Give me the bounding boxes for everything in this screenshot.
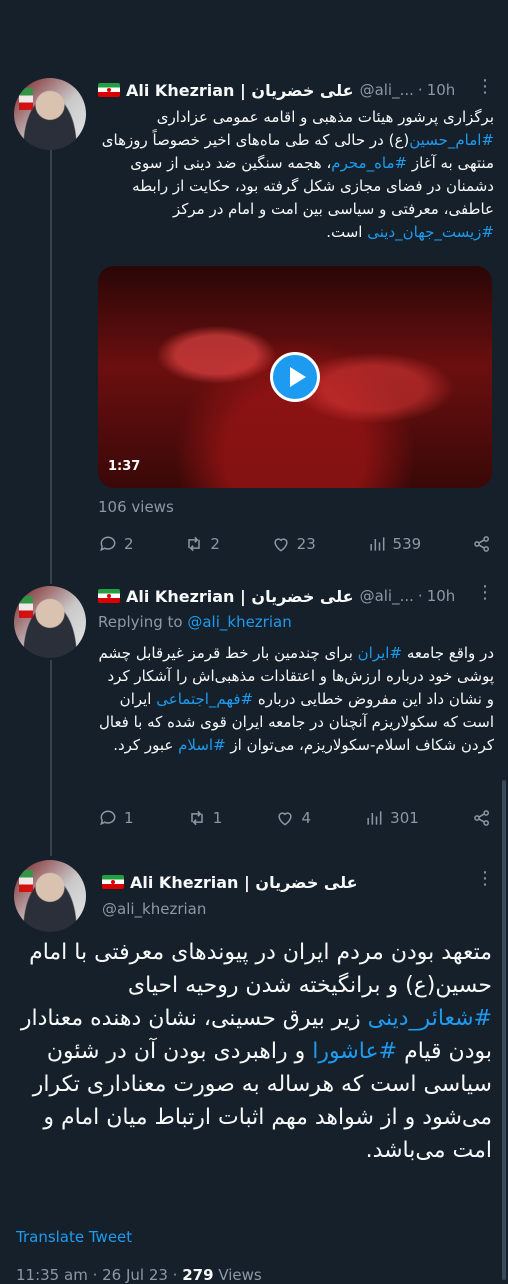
- tweet-1[interactable]: Ali Khezrian | علی خضریان @ali_... · 10h…: [0, 0, 508, 570]
- share-button[interactable]: [472, 808, 492, 828]
- analytics-icon: [367, 811, 382, 825]
- tweet-header: Ali Khezrian | علی خضریان: [102, 870, 358, 894]
- tweet-time[interactable]: 10h: [427, 81, 456, 99]
- reply-button[interactable]: 2: [98, 534, 134, 554]
- tweet-actions: 2 2 23 539: [98, 532, 492, 556]
- retweet-count: 2: [210, 535, 220, 553]
- reply-count: 2: [124, 535, 134, 553]
- tweet-text: متعهد بودن مردم ایران در پیوندهای معرفتی…: [20, 940, 492, 1163]
- avatar[interactable]: [14, 586, 86, 658]
- hashtag-link[interactable]: #ایران: [358, 644, 402, 662]
- heart-icon: [274, 538, 288, 552]
- replying-handle-link[interactable]: @ali_khezrian: [187, 613, 291, 631]
- user-handle[interactable]: @ali_khezrian: [102, 900, 206, 918]
- user-handle[interactable]: @ali_...: [360, 587, 414, 605]
- retweet-icon: [188, 536, 201, 552]
- views-count: 279: [182, 1266, 214, 1284]
- retweet-icon: [190, 810, 203, 826]
- video-player[interactable]: 1:37: [98, 266, 492, 488]
- like-button[interactable]: 23: [271, 534, 316, 554]
- tweet-header: Ali Khezrian | علی خضریان @ali_... · 10h: [98, 78, 455, 102]
- views-button[interactable]: 301: [364, 808, 419, 828]
- iran-flag-icon: [98, 83, 120, 97]
- more-options-icon[interactable]: ⋮: [476, 76, 495, 97]
- more-options-icon[interactable]: ⋮: [476, 868, 495, 889]
- reply-icon: [100, 810, 116, 826]
- views-label: Views: [218, 1266, 262, 1284]
- tweet-meta: 11:35 am · 26 Jul 23 · 279 Views: [16, 1266, 262, 1284]
- scrollbar[interactable]: [502, 780, 506, 1280]
- translate-tweet-link[interactable]: Translate Tweet: [16, 1228, 132, 1246]
- hashtag-link[interactable]: #عاشورا: [312, 1039, 397, 1064]
- separator-dot: ·: [417, 81, 423, 99]
- separator-dot: ·: [417, 587, 423, 605]
- iran-flag-icon: [102, 875, 124, 889]
- like-count: 23: [296, 535, 316, 553]
- user-handle[interactable]: @ali_...: [360, 81, 414, 99]
- main-tweet: Ali Khezrian | علی خضریان @ali_khezrian …: [0, 850, 508, 1284]
- retweet-count: 1: [212, 809, 223, 827]
- tweet-actions: 1 1 4 301: [98, 806, 492, 830]
- hashtag-link[interactable]: #ماه_محرم: [331, 154, 407, 172]
- avatar[interactable]: [14, 78, 86, 150]
- heart-icon: [278, 812, 293, 826]
- video-views: 106 views: [98, 498, 174, 516]
- reply-button[interactable]: 1: [98, 808, 134, 828]
- share-icon: [474, 810, 489, 826]
- tweet-text: در واقع جامعه #ایران برای چندمین بار خط …: [98, 644, 494, 754]
- hashtag-link[interactable]: #شعائر_دینی: [368, 1006, 492, 1031]
- analytics-icon: [369, 537, 384, 551]
- display-name[interactable]: Ali Khezrian | علی خضریان: [126, 81, 354, 100]
- reply-count: 1: [124, 809, 134, 827]
- view-count: 539: [392, 535, 422, 553]
- reply-icon: [100, 536, 116, 552]
- replying-label: Replying to: [98, 613, 183, 631]
- hashtag-link[interactable]: #اسلام: [178, 736, 226, 754]
- avatar[interactable]: [14, 860, 86, 932]
- more-options-icon[interactable]: ⋮: [476, 582, 495, 603]
- replying-to: Replying to @ali_khezrian: [98, 613, 292, 631]
- video-duration: 1:37: [108, 459, 141, 474]
- tweet-text: برگزاری پرشور هیئات مذهبی و اقامه عمومی …: [101, 108, 494, 241]
- play-icon[interactable]: [270, 352, 320, 402]
- retweet-button[interactable]: 1: [187, 808, 223, 828]
- display-name[interactable]: Ali Khezrian | علی خضریان: [130, 873, 358, 892]
- hashtag-link[interactable]: #زیست_جهان_دینی: [367, 223, 494, 241]
- share-icon: [474, 536, 489, 552]
- tweet-timestamp[interactable]: 11:35 am · 26 Jul 23 ·: [16, 1266, 177, 1284]
- views-button[interactable]: 539: [367, 534, 422, 554]
- retweet-button[interactable]: 2: [184, 534, 220, 554]
- tweet-time[interactable]: 10h: [427, 587, 456, 605]
- view-count: 301: [390, 809, 419, 827]
- like-button[interactable]: 4: [275, 808, 311, 828]
- hashtag-link[interactable]: #فهم_اجتماعی: [156, 690, 253, 708]
- like-count: 4: [301, 809, 311, 827]
- hashtag-link[interactable]: #امام_حسین: [409, 131, 494, 149]
- tweet-2[interactable]: Ali Khezrian | علی خضریان @ali_... · 10h…: [0, 570, 508, 850]
- iran-flag-icon: [98, 589, 120, 603]
- tweet-header: Ali Khezrian | علی خضریان @ali_... · 10h: [98, 584, 455, 608]
- share-button[interactable]: [472, 534, 492, 554]
- display-name[interactable]: Ali Khezrian | علی خضریان: [126, 587, 354, 606]
